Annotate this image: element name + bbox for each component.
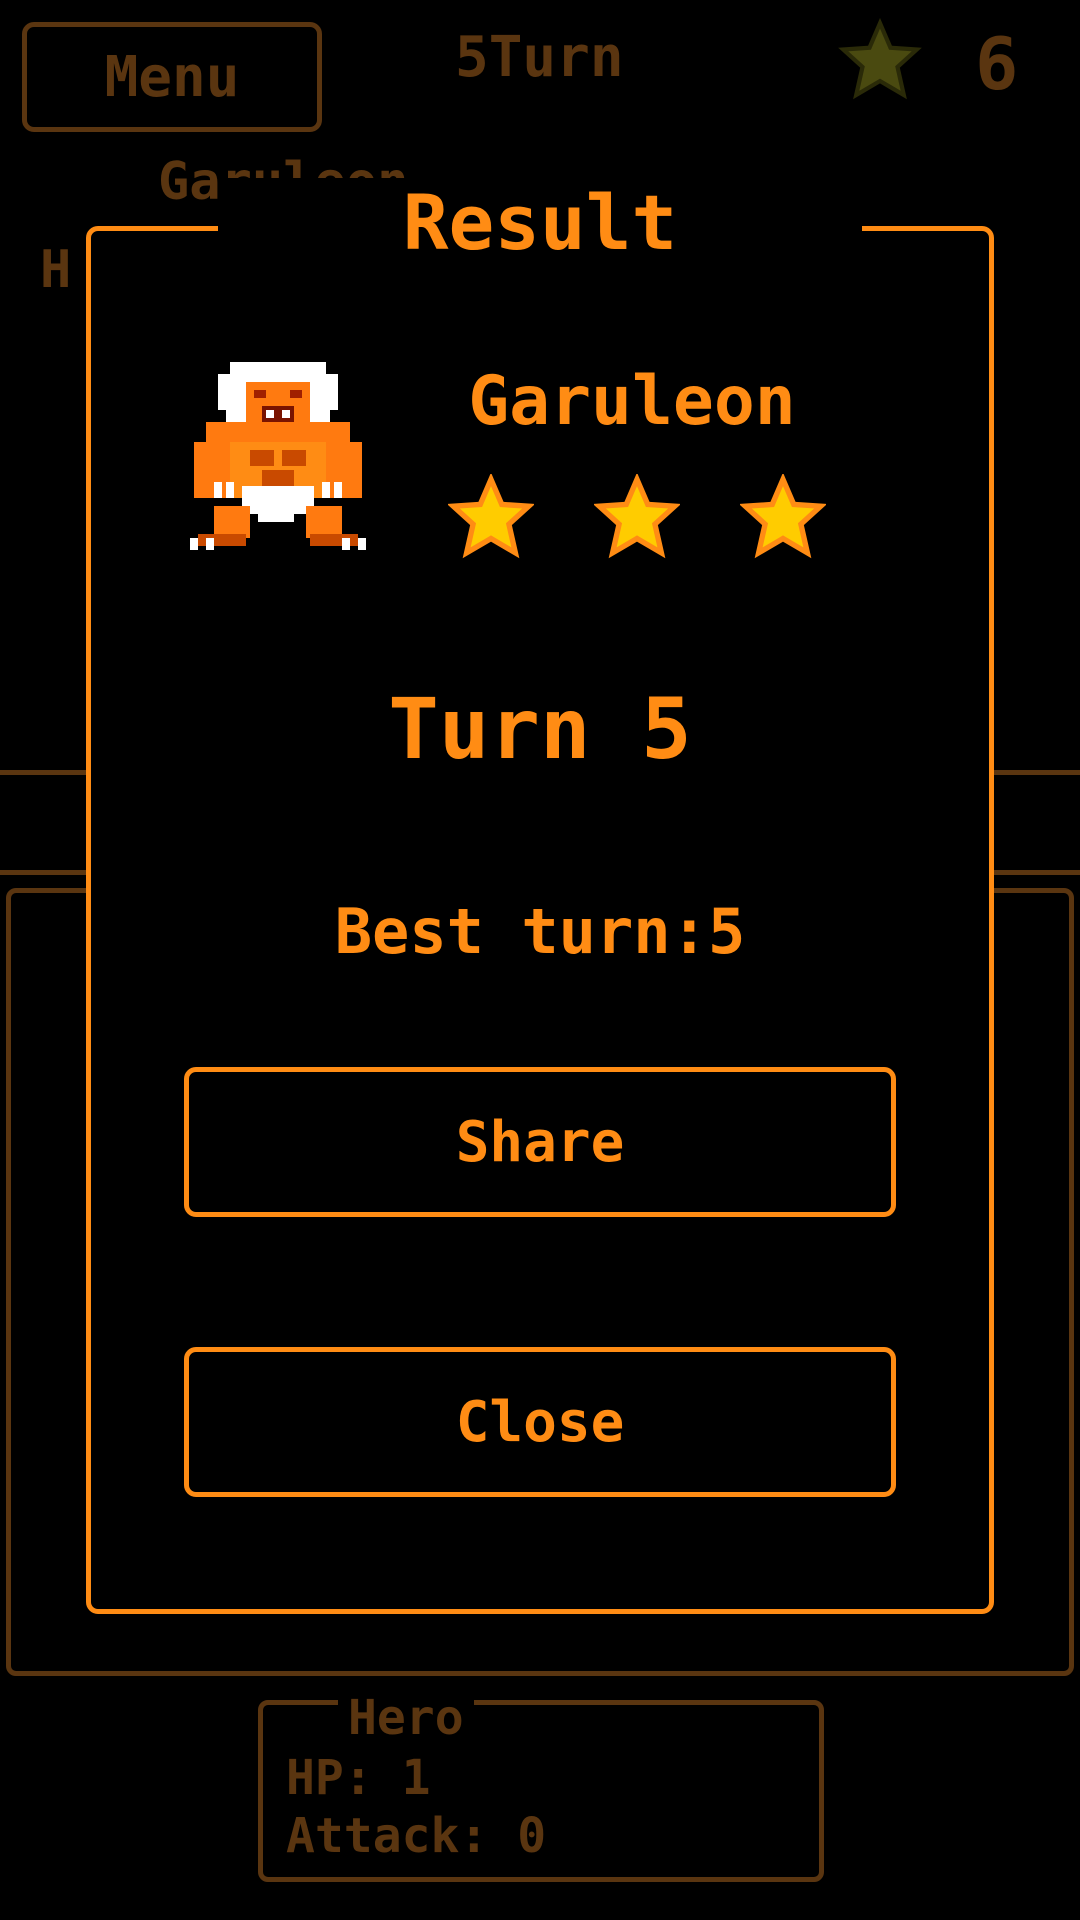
enemy-hp-background: H bbox=[40, 240, 72, 300]
monster-sprite bbox=[190, 362, 366, 550]
hero-attack: Attack: 0 bbox=[286, 1808, 547, 1864]
rating-star-icon bbox=[740, 474, 826, 559]
star-count: 6 bbox=[975, 22, 1019, 106]
close-button[interactable]: Close bbox=[184, 1347, 896, 1497]
hero-hp: HP: 1 bbox=[286, 1750, 431, 1806]
dialog-title: Result bbox=[218, 178, 862, 267]
rating-star-icon bbox=[594, 474, 680, 559]
best-turn: Best turn:5 bbox=[334, 895, 746, 968]
monster-name: Garuleon bbox=[468, 362, 796, 441]
turn-result: Turn 5 bbox=[388, 680, 692, 778]
rating-star-icon bbox=[448, 474, 534, 559]
star-icon bbox=[838, 18, 922, 100]
menu-button[interactable]: Menu bbox=[22, 22, 322, 132]
share-button[interactable]: Share bbox=[184, 1067, 896, 1217]
hero-title: Hero bbox=[338, 1690, 474, 1746]
turn-counter: 5Turn bbox=[455, 25, 624, 90]
